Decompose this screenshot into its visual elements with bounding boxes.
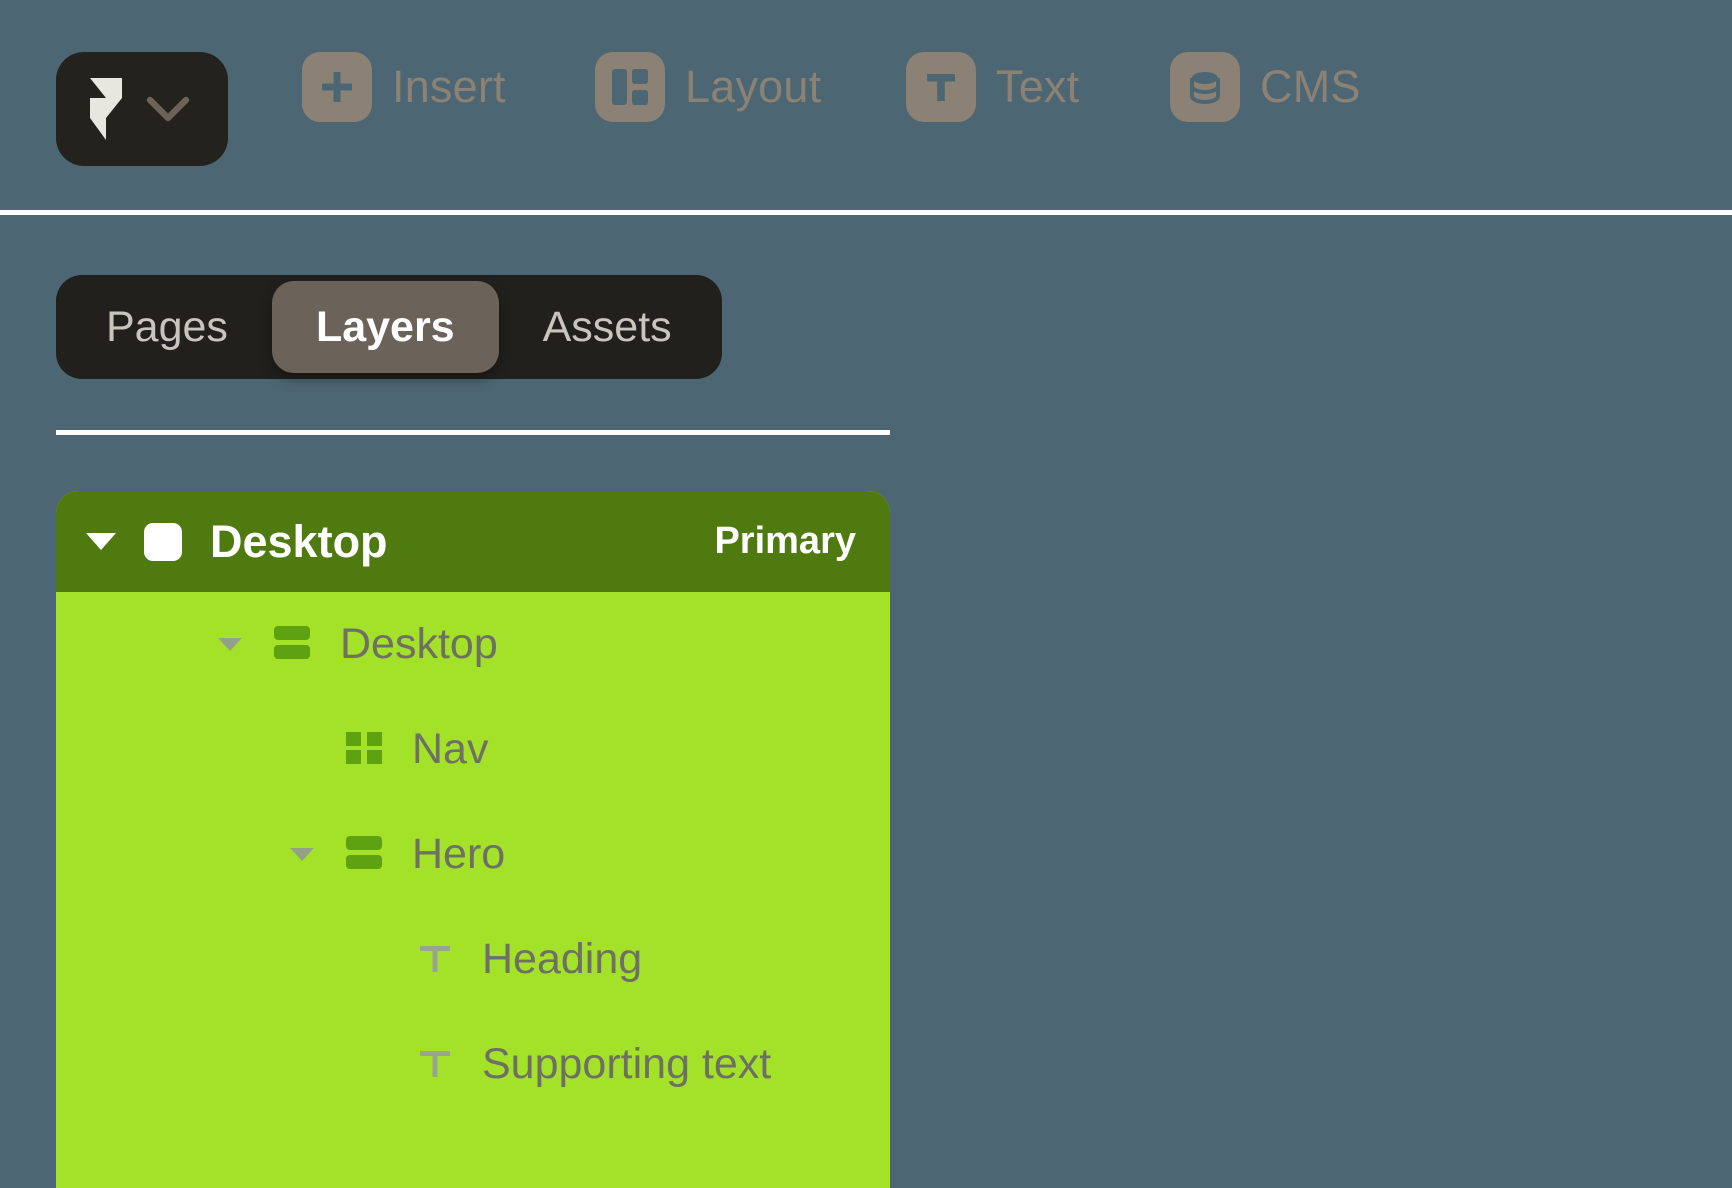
layout-icon [595,52,665,122]
plus-icon [302,52,372,122]
layer-row-desktop-primary[interactable]: Desktop Primary [56,491,890,592]
toolbar-label-insert: Insert [392,61,506,112]
text-t-icon [416,1041,454,1088]
layer-label: Nav [412,725,489,773]
layer-label: Heading [482,935,643,983]
layer-row-nav[interactable]: Nav [56,697,890,802]
status-badge: Primary [714,520,856,562]
panel-tab-bar: Pages Layers Assets [56,275,722,379]
layer-label: Desktop [340,620,498,668]
toolbar-label-cms: CMS [1260,61,1361,112]
layer-row-desktop[interactable]: Desktop [56,592,890,697]
caret-down-icon[interactable] [290,848,314,861]
frame-icon [144,522,182,561]
layers-panel: Desktop Primary Desktop Nav Hero Heading… [56,491,890,1188]
layer-title: Desktop [210,515,388,567]
toolbar-label-text: Text [996,61,1080,112]
toolbar-label-layout: Layout [685,61,822,112]
stack-icon [344,831,384,878]
layer-row-heading[interactable]: Heading [56,907,890,1012]
framer-logo-icon [90,78,122,140]
tab-assets[interactable]: Assets [499,281,716,373]
layer-row-hero[interactable]: Hero [56,802,890,907]
top-toolbar: Insert Layout Text CMS [0,0,1732,212]
tab-pages[interactable]: Pages [62,281,272,373]
database-icon [1170,52,1240,122]
caret-down-icon[interactable] [86,533,116,550]
toolbar-item-cms[interactable]: CMS [1170,52,1361,122]
toolbar-divider [0,210,1732,215]
component-icon [344,726,384,773]
text-t-icon [416,936,454,983]
caret-down-icon[interactable] [218,638,242,651]
toolbar-item-text[interactable]: Text [906,52,1079,122]
toolbar-item-layout[interactable]: Layout [595,52,821,122]
layer-label: Supporting text [482,1040,772,1088]
layer-label: Hero [412,830,506,878]
toolbar-item-insert[interactable]: Insert [302,52,506,122]
tab-layers[interactable]: Layers [271,281,499,373]
layer-row-supporting-text[interactable]: Supporting text [56,1012,890,1117]
text-t-icon [906,52,976,122]
panel-divider [56,430,890,435]
framer-menu-button[interactable] [56,52,228,166]
chevron-down-icon[interactable] [146,94,190,124]
stack-icon [272,621,312,668]
